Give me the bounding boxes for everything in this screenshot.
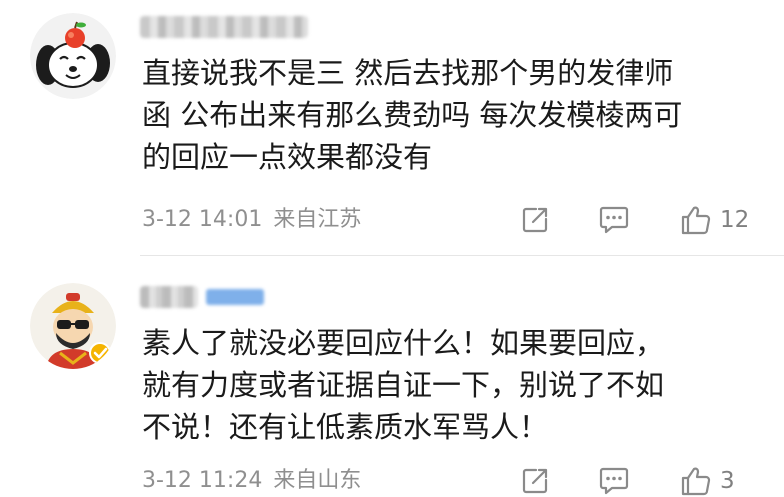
comment-text: 直接说我不是三 然后去找那个男的发律师 函 公布出来有那么费劲吗 每次发模棱两可… (142, 56, 683, 174)
like-count: 12 (720, 207, 750, 233)
comment-item: 直接说我不是三 然后去找那个男的发律师 函 公布出来有那么费劲吗 每次发模棱两可… (0, 0, 784, 255)
comment-meta: 3-12 14:01 来自江苏 12 (142, 205, 762, 235)
comment-item: 素人了就没必要回应什么！如果要回应， 就有力度或者证据自证一下，别说了不如 不说… (0, 256, 784, 497)
thumbs-up-icon (681, 467, 711, 496)
user-avatar[interactable] (30, 13, 116, 99)
like-count: 3 (720, 468, 735, 494)
comment-meta: 3-12 11:24 来自山东 3 (142, 466, 762, 496)
comment-text: 素人了就没必要回应什么！如果要回应， 就有力度或者证据自证一下，别说了不如 不说… (142, 326, 665, 444)
reply-button[interactable] (598, 205, 630, 235)
share-icon (522, 207, 548, 233)
like-button[interactable]: 12 (680, 205, 749, 235)
share-button[interactable] (520, 205, 550, 235)
user-avatar[interactable] (30, 283, 116, 369)
user-badge-redacted (206, 289, 264, 305)
comment-bubble-icon (599, 467, 629, 495)
share-button[interactable] (520, 466, 550, 496)
thumbs-up-icon (681, 206, 711, 235)
comment-bubble-icon (599, 206, 629, 234)
comment-time: 3-12 14:01 (142, 207, 263, 232)
comment-time: 3-12 11:24 (142, 468, 263, 493)
reply-button[interactable] (598, 466, 630, 496)
like-button[interactable]: 3 (680, 466, 735, 496)
share-icon (522, 468, 548, 494)
comment-feed: 直接说我不是三 然后去找那个男的发律师 函 公布出来有那么费劲吗 每次发模棱两可… (0, 0, 784, 497)
cartoon-dog-with-apple-icon (30, 13, 116, 99)
username-redacted[interactable] (140, 16, 308, 38)
comment-location: 来自山东 (273, 468, 362, 493)
username-redacted[interactable] (140, 286, 198, 308)
cartoon-character-verified-avatar-icon (30, 283, 116, 369)
comment-location: 来自江苏 (273, 207, 362, 232)
